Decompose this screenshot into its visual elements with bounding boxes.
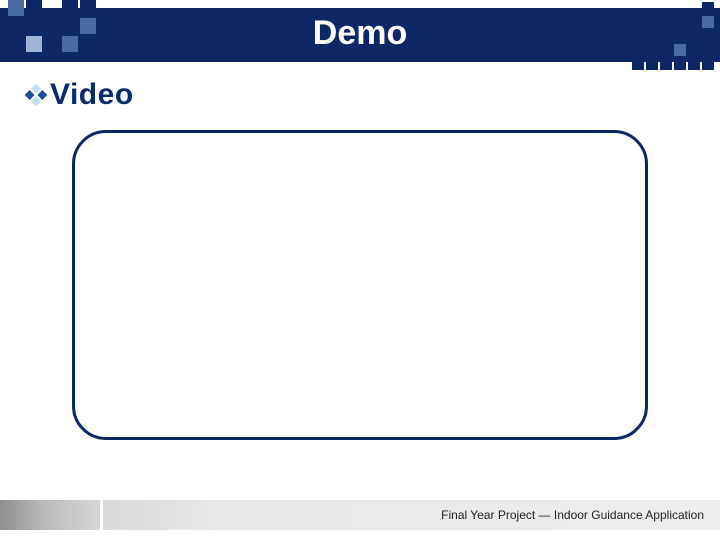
footer-text: Final Year Project — Indoor Guidance App…: [441, 508, 704, 522]
subheading-label: Video: [50, 78, 134, 112]
video-placeholder: [72, 130, 648, 440]
slide-title: Demo: [0, 14, 720, 53]
subheading: Video: [24, 78, 134, 112]
diamond-bullet-icon: [24, 83, 48, 107]
footer-divider: [100, 500, 103, 530]
decor-squares-right: [632, 2, 714, 70]
footer-bar: Final Year Project — Indoor Guidance App…: [0, 500, 720, 530]
decor-squares-left: [8, 0, 96, 52]
